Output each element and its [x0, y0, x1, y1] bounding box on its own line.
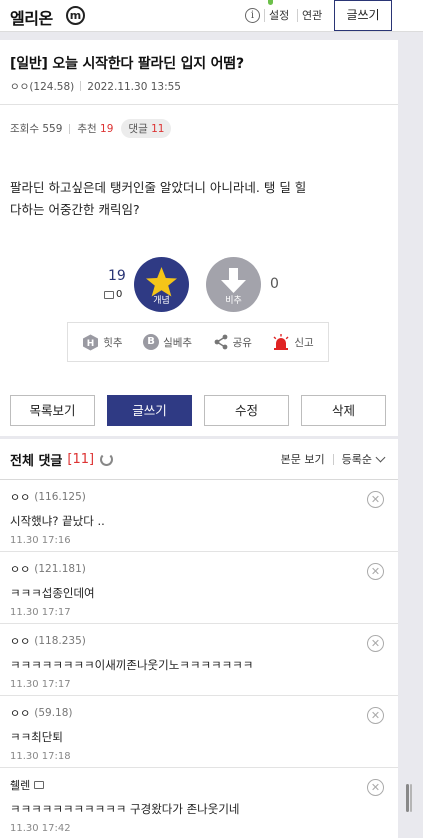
post-date: 2022.11.30 13:55: [87, 81, 181, 93]
divider: [297, 9, 298, 22]
view-post-link[interactable]: 본문 보기: [281, 451, 325, 467]
minor-gallery-badge: m: [66, 6, 85, 25]
comment-item: 췔렌 ㅋㅋㅋㅋㅋㅋㅋㅋㅋㅋㅋ 구경왔다가 존나웃기네 11.30 17:42 ✕: [0, 768, 398, 838]
post-body: 팔라딘 하고싶은데 탱커인줄 알았더니 아니라네. 탱 딜 힐 다하는 어중간한…: [10, 180, 307, 217]
views-label: 조회수: [10, 123, 39, 135]
comment-item: ㅇㅇ (59.18) ㅋㅋ최단퇴 11.30 17:18 ✕: [0, 696, 398, 768]
comment-item: ㅇㅇ (118.235) ㅋㅋㅋㅋㅋㅋㅋㅋ이새끼존나웃기노ㅋㅋㅋㅋㅋㅋㅋ 11.3…: [0, 624, 398, 696]
comment-nick[interactable]: ㅇㅇ: [10, 561, 30, 577]
comment-time: 11.30 17:16: [10, 535, 71, 546]
comment-nick[interactable]: ㅇㅇ: [10, 633, 30, 649]
post-actions: H 힛추 B 실베추 공유 신고: [67, 322, 329, 362]
post-author[interactable]: ㅇㅇ(124.58): [10, 81, 74, 93]
hit-recommend-button[interactable]: H 힛추: [82, 334, 123, 351]
comments-title: 전체 댓글: [10, 454, 63, 469]
report-button[interactable]: 신고: [272, 334, 314, 350]
delete-comment-icon[interactable]: ✕: [367, 779, 384, 796]
comment-text: ㅋㅋㅋㅋㅋㅋㅋㅋ이새끼존나웃기노ㅋㅋㅋㅋㅋㅋㅋ: [10, 658, 254, 672]
upvote-label: 개념: [153, 296, 170, 306]
downvote-button[interactable]: 비추: [206, 257, 261, 312]
edit-button[interactable]: 수정: [204, 395, 289, 426]
share-icon: [214, 334, 227, 350]
comment-text: 시작했냐? 끝났다 ..: [10, 514, 105, 528]
svg-text:H: H: [87, 339, 95, 349]
comment-time: 11.30 17:17: [10, 679, 71, 690]
info-icon[interactable]: i: [245, 8, 260, 23]
comment-ip: (121.181): [34, 563, 86, 575]
chevron-down-icon[interactable]: [375, 452, 386, 462]
related-link[interactable]: 연관: [302, 7, 322, 23]
notification-dot: [268, 0, 273, 5]
post-buttons: 목록보기 글쓰기 수정 삭제: [10, 395, 388, 426]
siren-icon: [273, 334, 289, 350]
fixed-upvote-count: 0: [104, 289, 122, 300]
comment-ip: (59.18): [34, 707, 73, 719]
write-button-top[interactable]: 글쓰기: [334, 0, 392, 31]
list-button[interactable]: 목록보기: [10, 395, 95, 426]
fixed-nick-icon: [34, 781, 45, 789]
scrollbar-track[interactable]: [410, 784, 412, 812]
post-title: [일반] 오늘 시작한다 팔라딘 입지 어떰?: [10, 56, 244, 72]
comment-ip: (118.235): [34, 635, 86, 647]
comment-list: ㅇㅇ (116.125) 시작했냐? 끝났다 .. 11.30 17:16 ✕ ㅇ…: [0, 479, 398, 838]
comment-item: ㅇㅇ (116.125) 시작했냐? 끝났다 .. 11.30 17:16 ✕: [0, 480, 398, 552]
comment-text: ㅋㅋㅋㅋㅋㅋㅋㅋㅋㅋㅋ 구경왔다가 존나웃기네: [10, 802, 240, 816]
upvote-count: 19: [108, 268, 126, 284]
divider: [264, 9, 265, 22]
best-icon: B: [143, 334, 160, 350]
comment-nick[interactable]: 췔렌: [10, 777, 30, 793]
post-meta: ㅇㅇ(124.58) 2022.11.30 13:55: [10, 79, 181, 94]
comment-tools: 본문 보기 등록순: [281, 451, 386, 467]
sort-select[interactable]: 등록순: [342, 451, 372, 467]
comment-icon: [104, 290, 114, 299]
comment-time: 11.30 17:17: [10, 607, 71, 618]
views-count: 559: [42, 122, 63, 135]
comment-text: ㅋㅋㅋ섭종인데여: [10, 586, 95, 600]
comment-item: ㅇㅇ (121.181) ㅋㅋㅋ섭종인데여 11.30 17:17 ✕: [0, 552, 398, 624]
post-view: [일반] 오늘 시작한다 팔라딘 입지 어떰? ㅇㅇ(124.58) 2022.1…: [0, 40, 398, 838]
hit-icon: H: [83, 334, 99, 350]
refresh-icon[interactable]: [100, 453, 114, 466]
delete-comment-icon[interactable]: ✕: [367, 491, 384, 508]
delete-button[interactable]: 삭제: [301, 395, 386, 426]
section-divider: [0, 436, 398, 439]
best-recommend-button[interactable]: B 실베추: [143, 334, 192, 350]
downvote-label: 비추: [225, 296, 242, 306]
downvote-count: 0: [270, 276, 279, 292]
settings-link[interactable]: 설정: [269, 7, 289, 23]
comment-text: ㅋㅋ최단퇴: [10, 730, 63, 744]
comment-time: 11.30 17:18: [10, 751, 71, 762]
comment-time: 11.30 17:42: [10, 823, 71, 834]
gallery-title[interactable]: 엘리온: [10, 5, 53, 29]
post-stats: 조회수 559 추천 19 댓글 11: [10, 119, 172, 138]
recommend-label: 추천: [77, 123, 97, 135]
write-button[interactable]: 글쓰기: [107, 395, 192, 426]
divider: [0, 104, 398, 105]
comment-nick[interactable]: ㅇㅇ: [10, 705, 30, 721]
comments-count: [11]: [67, 452, 95, 467]
comment-count-pill[interactable]: 댓글 11: [121, 119, 172, 138]
share-button[interactable]: 공유: [213, 334, 252, 350]
recommend-count: 19: [100, 122, 114, 135]
scrollbar[interactable]: [406, 784, 409, 812]
delete-comment-icon[interactable]: ✕: [367, 635, 384, 652]
delete-comment-icon[interactable]: ✕: [367, 563, 384, 580]
upvote-button[interactable]: 개념: [134, 257, 189, 312]
comment-ip: (116.125): [34, 491, 86, 503]
delete-comment-icon[interactable]: ✕: [367, 707, 384, 724]
top-bar: 엘리온 m i 설정 연관 글쓰기: [0, 0, 423, 32]
comment-nick[interactable]: ㅇㅇ: [10, 489, 30, 505]
comments-header: 전체 댓글 [11]: [10, 450, 114, 469]
